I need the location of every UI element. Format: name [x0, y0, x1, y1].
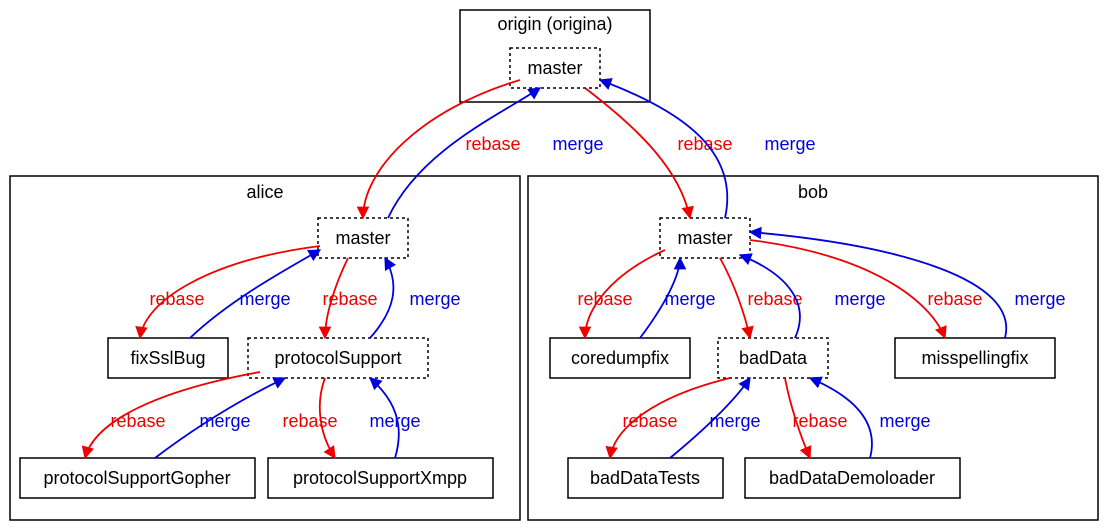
edge-label: rebase — [465, 134, 520, 154]
fixsslbug-label: fixSslBug — [130, 348, 205, 368]
bob-label: bob — [798, 182, 828, 202]
edge-label: merge — [1014, 289, 1065, 309]
bob-master-label: master — [677, 228, 732, 248]
edge-label: rebase — [622, 411, 677, 431]
misspellingfix-label: misspellingfix — [921, 348, 1028, 368]
edge-bob-baddata-rebase — [720, 258, 750, 338]
alice-master-label: master — [335, 228, 390, 248]
edge-label: merge — [369, 411, 420, 431]
edge-label: merge — [879, 411, 930, 431]
protocolsupportgopher-label: protocolSupportGopher — [43, 468, 230, 488]
edge-label: rebase — [282, 411, 337, 431]
bob-cluster: bob master coredumpfix badData misspelli… — [528, 176, 1098, 520]
baddatatests-label: badDataTests — [590, 468, 700, 488]
baddata-label: badData — [739, 348, 808, 368]
protocolsupport-label: protocolSupport — [274, 348, 401, 368]
protocolsupportxmpp-label: protocolSupportXmpp — [293, 468, 467, 488]
edge-label: merge — [834, 289, 885, 309]
edge-misspell-bob-merge — [750, 232, 1006, 338]
edge-label: rebase — [577, 289, 632, 309]
edge-label: rebase — [747, 289, 802, 309]
edge-label: merge — [409, 289, 460, 309]
edge-label: rebase — [927, 289, 982, 309]
edge-label: rebase — [149, 289, 204, 309]
edge-label: rebase — [792, 411, 847, 431]
edge-label: merge — [552, 134, 603, 154]
edge-label: merge — [709, 411, 760, 431]
edge-label: rebase — [677, 134, 732, 154]
edge-label: merge — [199, 411, 250, 431]
baddatademoloader-label: badDataDemoloader — [769, 468, 935, 488]
alice-cluster: alice master fixSslBug protocolSupport p… — [10, 176, 520, 520]
origin-label: origin (origina) — [497, 14, 612, 34]
git-branch-diagram: origin (origina) master alice master fix… — [0, 0, 1105, 528]
coredumpfix-label: coredumpfix — [571, 348, 669, 368]
edge-label: rebase — [110, 411, 165, 431]
edge-label: merge — [664, 289, 715, 309]
edge-label: rebase — [322, 289, 377, 309]
edge-label: merge — [764, 134, 815, 154]
origin-master-label: master — [527, 58, 582, 78]
edge-label: merge — [239, 289, 290, 309]
alice-label: alice — [246, 182, 283, 202]
